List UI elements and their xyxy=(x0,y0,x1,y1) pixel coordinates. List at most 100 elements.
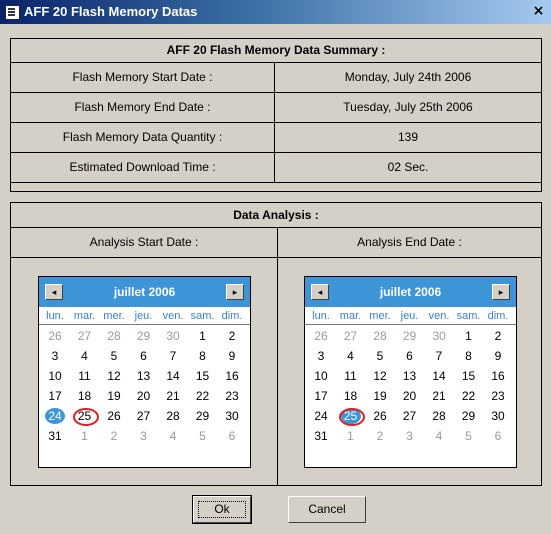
day-cell[interactable]: 6 xyxy=(130,346,158,366)
day-cell[interactable]: 5 xyxy=(189,426,217,446)
day-cell[interactable]: 24 xyxy=(307,406,335,426)
day-cell[interactable]: 17 xyxy=(307,386,335,406)
day-cell[interactable]: 1 xyxy=(337,426,365,446)
day-cell[interactable]: 27 xyxy=(71,326,99,346)
day-cell[interactable]: 6 xyxy=(218,426,246,446)
day-cell[interactable]: 19 xyxy=(100,386,128,406)
day-cell[interactable]: 16 xyxy=(218,366,246,386)
day-cell[interactable]: 2 xyxy=(218,326,246,346)
day-cell[interactable]: 30 xyxy=(425,326,453,346)
day-cell[interactable]: 10 xyxy=(41,366,69,386)
day-cell[interactable]: 3 xyxy=(396,426,424,446)
day-cell[interactable]: 27 xyxy=(337,326,365,346)
day-cell[interactable]: 31 xyxy=(41,426,69,446)
analysis-column-headers: Analysis Start Date : Analysis End Date … xyxy=(11,228,541,258)
day-cell[interactable]: 20 xyxy=(130,386,158,406)
analysis-header: Data Analysis : xyxy=(11,203,541,228)
end-date-calendar[interactable]: ◂ juillet 2006 ▸ lun. mar. mer. jeu. ven. sam… xyxy=(304,276,517,468)
day-cell[interactable]: 25 xyxy=(71,406,99,426)
day-cell[interactable]: 26 xyxy=(41,326,69,346)
day-cell[interactable]: 1 xyxy=(455,326,483,346)
title-bar[interactable]: AFF 20 Flash Memory Datas × xyxy=(0,0,551,24)
cancel-button[interactable]: Cancel xyxy=(288,496,366,523)
day-cell[interactable]: 22 xyxy=(189,386,217,406)
day-cell[interactable]: 4 xyxy=(159,426,187,446)
day-cell[interactable]: 2 xyxy=(366,426,394,446)
day-cell[interactable]: 8 xyxy=(455,346,483,366)
day-cell[interactable]: 22 xyxy=(455,386,483,406)
day-cell[interactable]: 17 xyxy=(41,386,69,406)
day-cell[interactable]: 8 xyxy=(189,346,217,366)
day-cell[interactable]: 26 xyxy=(366,406,394,426)
day-cell[interactable]: 28 xyxy=(159,406,187,426)
day-cell[interactable]: 21 xyxy=(425,386,453,406)
day-cell[interactable]: 20 xyxy=(396,386,424,406)
weekday-label: dim. xyxy=(221,310,243,322)
day-cell[interactable]: 27 xyxy=(396,406,424,426)
day-cell[interactable]: 26 xyxy=(100,406,128,426)
day-cell[interactable]: 12 xyxy=(100,366,128,386)
day-cell[interactable]: 29 xyxy=(189,406,217,426)
data-quantity-value: 139 xyxy=(397,130,419,144)
day-cell[interactable]: 15 xyxy=(189,366,217,386)
day-cell[interactable]: 11 xyxy=(337,366,365,386)
day-cell[interactable]: 9 xyxy=(218,346,246,366)
day-cell[interactable]: 25 xyxy=(337,406,365,426)
day-cell[interactable]: 16 xyxy=(484,366,512,386)
day-cell[interactable]: 30 xyxy=(484,406,512,426)
day-cell[interactable]: 26 xyxy=(307,326,335,346)
day-cell[interactable]: 27 xyxy=(130,406,158,426)
day-cell[interactable]: 29 xyxy=(130,326,158,346)
column-divider xyxy=(277,257,278,485)
day-cell[interactable]: 5 xyxy=(366,346,394,366)
day-cell[interactable]: 28 xyxy=(425,406,453,426)
next-month-button[interactable]: ▸ xyxy=(226,284,244,300)
day-cell[interactable]: 2 xyxy=(484,326,512,346)
weekday-label: mar. xyxy=(339,310,362,322)
day-cell[interactable]: 13 xyxy=(130,366,158,386)
day-cell[interactable]: 9 xyxy=(484,346,512,366)
day-cell[interactable]: 14 xyxy=(425,366,453,386)
day-cell[interactable]: 19 xyxy=(366,386,394,406)
ok-button[interactable]: Ok xyxy=(192,495,252,524)
day-cell[interactable]: 18 xyxy=(337,386,365,406)
day-cell[interactable]: 5 xyxy=(455,426,483,446)
day-cell[interactable]: 23 xyxy=(484,386,512,406)
start-date-calendar[interactable]: ◂ juillet 2006 ▸ lun. mar. mer. jeu. ven. sam… xyxy=(38,276,251,468)
day-cell[interactable]: 3 xyxy=(41,346,69,366)
day-cell[interactable]: 30 xyxy=(218,406,246,426)
next-month-button[interactable]: ▸ xyxy=(492,284,510,300)
day-cell[interactable]: 13 xyxy=(396,366,424,386)
day-cell[interactable]: 23 xyxy=(218,386,246,406)
day-cell[interactable]: 5 xyxy=(100,346,128,366)
day-cell[interactable]: 4 xyxy=(425,426,453,446)
day-cell[interactable]: 11 xyxy=(71,366,99,386)
day-cell[interactable]: 28 xyxy=(100,326,128,346)
day-cell[interactable]: 1 xyxy=(189,326,217,346)
day-cell[interactable]: 24 xyxy=(41,406,69,426)
day-cell[interactable]: 3 xyxy=(130,426,158,446)
day-cell[interactable]: 29 xyxy=(396,326,424,346)
day-cell[interactable]: 18 xyxy=(71,386,99,406)
day-cell[interactable]: 29 xyxy=(455,406,483,426)
day-cell[interactable]: 6 xyxy=(396,346,424,366)
day-cell[interactable]: 10 xyxy=(307,366,335,386)
day-cell[interactable]: 21 xyxy=(159,386,187,406)
close-icon[interactable]: × xyxy=(530,3,547,19)
day-cell[interactable]: 4 xyxy=(337,346,365,366)
weekday-header: lun. mar. mer. jeu. ven. sam. dim. xyxy=(305,310,516,325)
day-cell[interactable]: 15 xyxy=(455,366,483,386)
day-cell[interactable]: 7 xyxy=(159,346,187,366)
day-cell[interactable]: 4 xyxy=(71,346,99,366)
calendar-month-label: juillet 2006 xyxy=(379,285,442,299)
day-cell[interactable]: 30 xyxy=(159,326,187,346)
day-cell[interactable]: 2 xyxy=(100,426,128,446)
day-cell[interactable]: 14 xyxy=(159,366,187,386)
day-cell[interactable]: 3 xyxy=(307,346,335,366)
day-cell[interactable]: 1 xyxy=(71,426,99,446)
day-cell[interactable]: 7 xyxy=(425,346,453,366)
day-cell[interactable]: 31 xyxy=(307,426,335,446)
day-cell[interactable]: 6 xyxy=(484,426,512,446)
day-cell[interactable]: 12 xyxy=(366,366,394,386)
day-cell[interactable]: 28 xyxy=(366,326,394,346)
